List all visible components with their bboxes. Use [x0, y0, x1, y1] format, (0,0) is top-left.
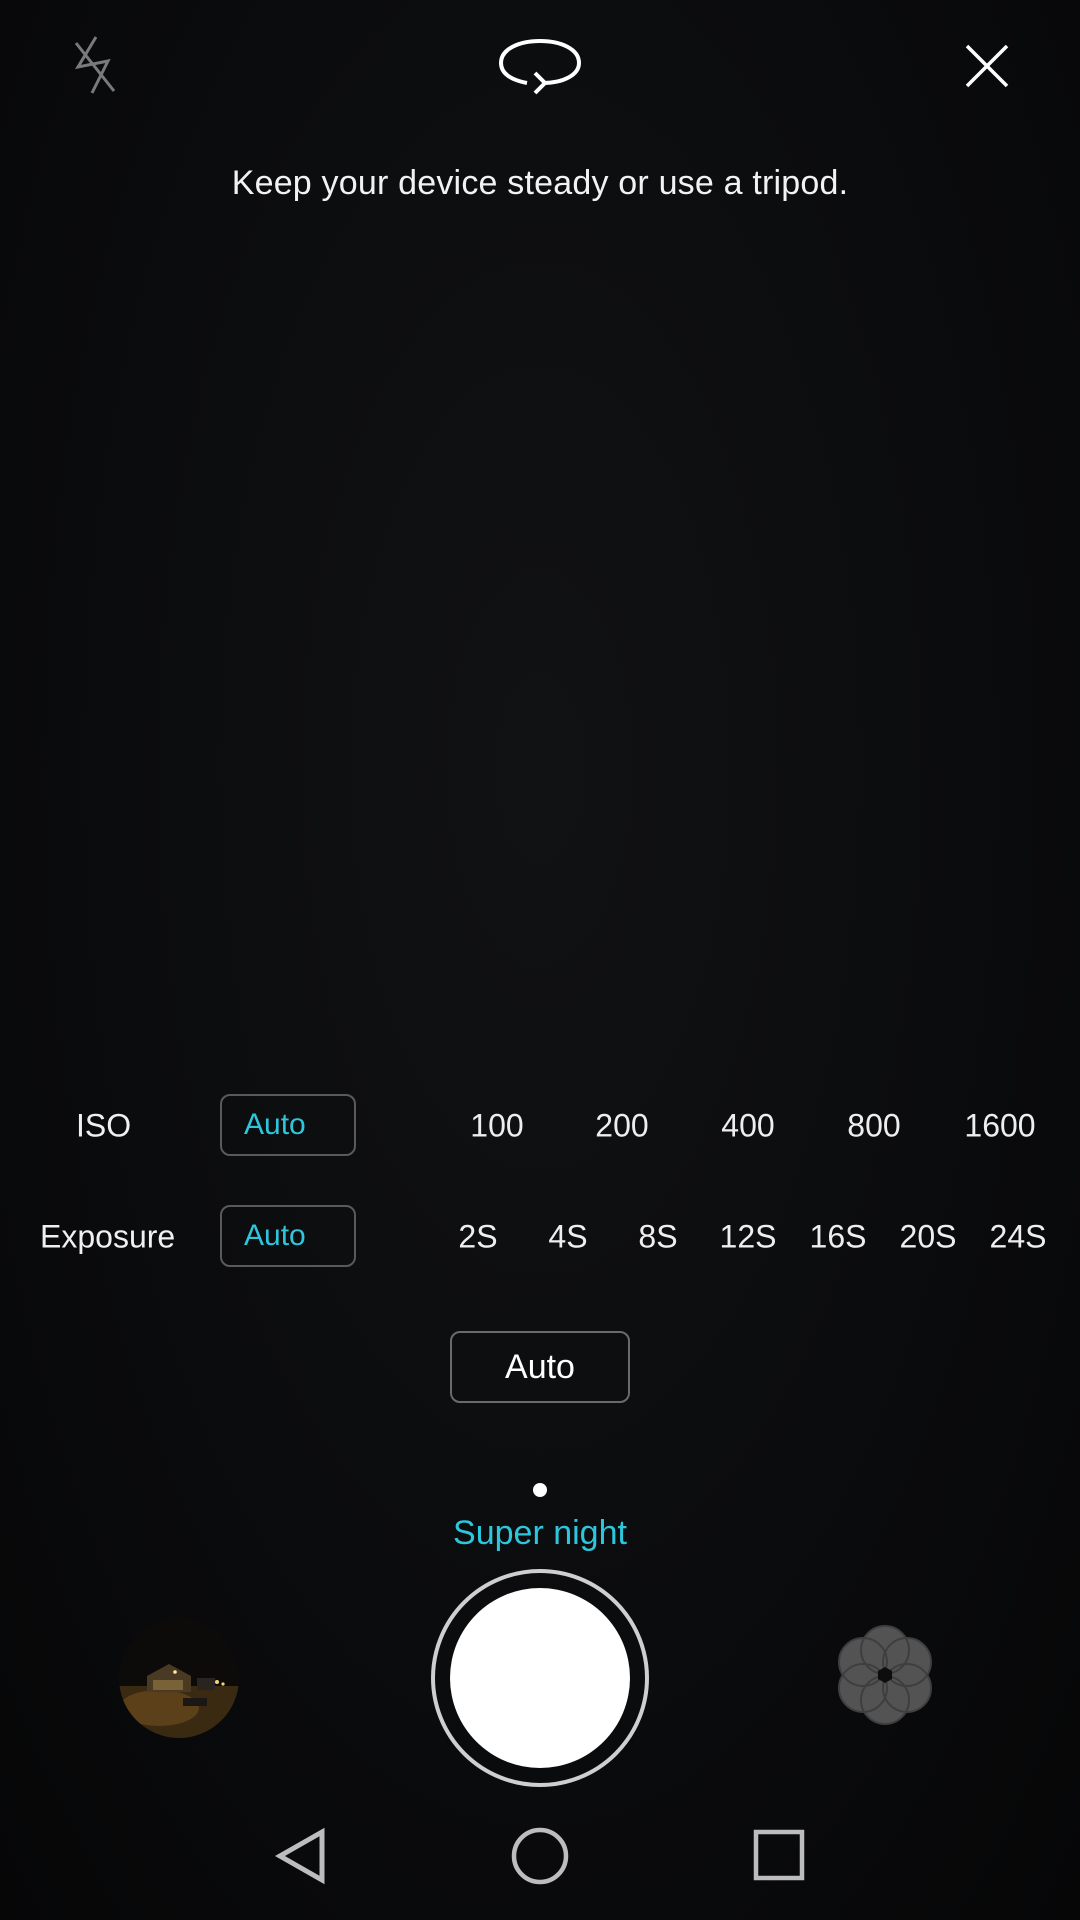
iso-label: ISO: [76, 1107, 132, 1144]
back-triangle-icon[interactable]: [260, 1820, 340, 1892]
iso-option-400[interactable]: 400: [721, 1108, 774, 1145]
camera-screen: Keep your device steady or use a tripod.…: [0, 0, 1080, 1920]
home-circle-icon[interactable]: [500, 1820, 580, 1892]
filter-flower-icon[interactable]: [830, 1620, 940, 1730]
shutter-button[interactable]: [431, 1569, 649, 1787]
steady-hint-text: Keep your device steady or use a tripod.: [231, 164, 849, 202]
mode-indicator-dot: [533, 1483, 547, 1497]
iso-option-200[interactable]: 200: [595, 1108, 648, 1145]
iso-option-100[interactable]: 100: [470, 1108, 523, 1145]
exposure-option-4s[interactable]: 4S: [548, 1219, 587, 1256]
exposure-option-2s[interactable]: 2S: [458, 1219, 497, 1256]
exposure-label: Exposure: [40, 1218, 176, 1255]
exposure-option-20s[interactable]: 20S: [900, 1219, 957, 1256]
exposure-option-24s[interactable]: 24S: [990, 1219, 1047, 1256]
iso-option-800[interactable]: 800: [847, 1108, 900, 1145]
camera-switch-icon[interactable]: [496, 30, 584, 100]
night-photo-thumbnail-image: [119, 1618, 239, 1738]
flash-off-icon[interactable]: [62, 30, 128, 100]
recents-square-icon[interactable]: [740, 1820, 820, 1892]
exposure-option-8s[interactable]: 8S: [638, 1219, 677, 1256]
exposure-option-12s[interactable]: 12S: [720, 1219, 777, 1256]
auto-reset-button[interactable]: Auto: [450, 1331, 630, 1403]
iso-auto-chip[interactable]: Auto: [220, 1094, 356, 1156]
shutter-inner-circle: [450, 1588, 630, 1768]
mode-label-super-night[interactable]: Super night: [0, 1514, 1080, 1553]
gallery-thumbnail[interactable]: [119, 1618, 239, 1738]
exposure-row: Exposure Auto 2S 4S 8S 12S 16S 20S 24S: [0, 1205, 1080, 1269]
exposure-option-16s[interactable]: 16S: [810, 1219, 867, 1256]
iso-row: ISO Auto 100 200 400 800 1600: [0, 1094, 1080, 1158]
iso-option-1600[interactable]: 1600: [964, 1108, 1035, 1145]
exposure-auto-chip[interactable]: Auto: [220, 1205, 356, 1267]
close-icon[interactable]: [952, 36, 1022, 96]
